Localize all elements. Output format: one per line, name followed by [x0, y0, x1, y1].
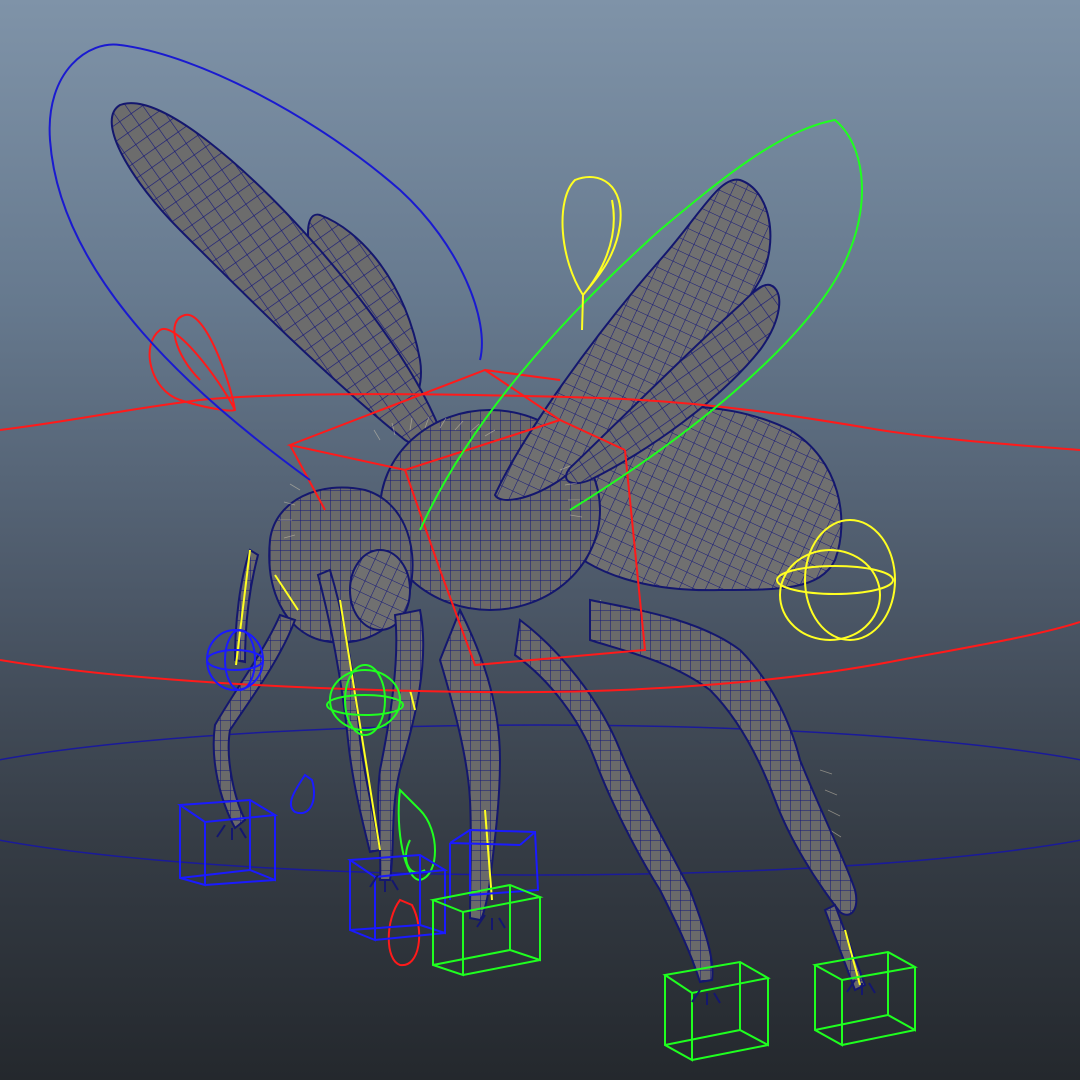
maya-viewport[interactable] — [0, 0, 1080, 1080]
back-right-foot-control[interactable] — [812, 950, 918, 1047]
head-control[interactable] — [148, 313, 237, 412]
antenna-control[interactable] — [561, 176, 622, 331]
feet-claws — [216, 824, 876, 1005]
mid-leg-control-red[interactable] — [387, 898, 421, 967]
front-left-knee-control[interactable] — [289, 773, 315, 815]
front-right-foot-control[interactable] — [347, 853, 449, 942]
mid-right-leg[interactable] — [513, 618, 714, 984]
back-left-foot-control[interactable] — [662, 960, 771, 1062]
back-right-leg[interactable] — [589, 598, 858, 916]
world-control[interactable] — [0, 724, 1080, 876]
scene-canvas[interactable] — [0, 0, 1080, 1080]
mid-leg-knee-control[interactable] — [397, 787, 436, 882]
